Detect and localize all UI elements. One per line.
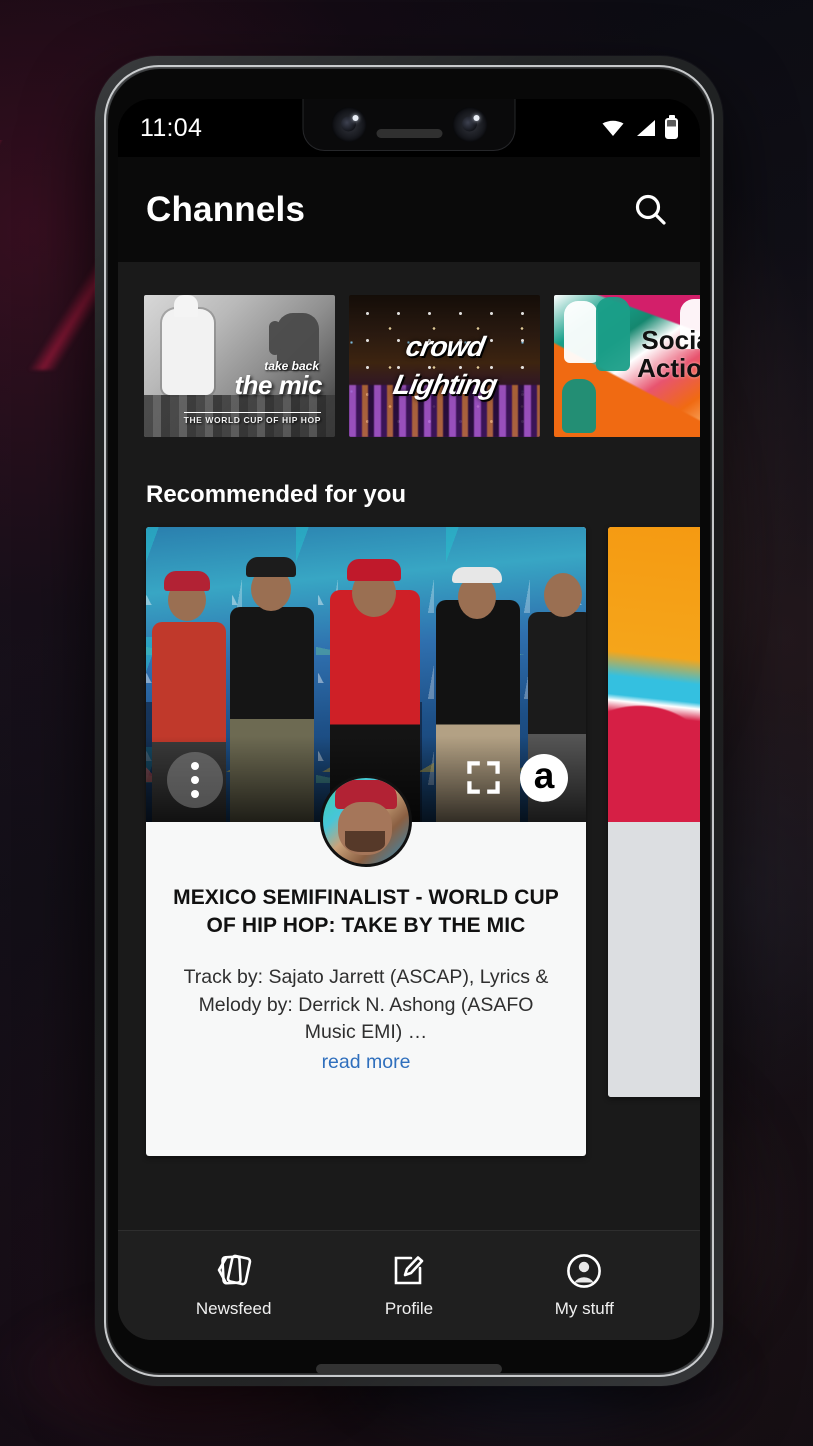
content-scroll-area[interactable]: take back the mic THE WORLD CUP OF HIP H… <box>118 262 700 1230</box>
cards-stack-icon <box>217 1254 251 1285</box>
edit-pencil-icon <box>394 1255 424 1284</box>
handprint-graphic-2 <box>596 297 630 371</box>
section-title-recommended: Recommended for you <box>146 481 407 508</box>
person-4-cap <box>452 567 502 583</box>
person-1-cap <box>164 571 210 591</box>
channels-rail[interactable]: take back the mic THE WORLD CUP OF HIP H… <box>118 262 700 437</box>
cellular-signal-icon <box>637 120 655 136</box>
fullscreen-icon <box>467 761 500 794</box>
read-more-link[interactable]: read more <box>172 1051 560 1074</box>
phone-screen: 11:04 Channels take back the mic THE WOR… <box>118 99 700 1340</box>
nav-item-profile[interactable]: Profile <box>349 1253 469 1319</box>
brand-badge[interactable]: a <box>520 754 568 802</box>
card-description: Track by: Sajato Jarrett (ASCAP), Lyrics… <box>183 965 549 1044</box>
channel-tile-3-line2: Action <box>637 352 700 383</box>
channel-avatar[interactable] <box>320 775 412 867</box>
channel-tile-take-back-the-mic[interactable]: take back the mic THE WORLD CUP OF HIP H… <box>144 295 335 437</box>
more-options-icon-dot3 <box>191 790 199 798</box>
nav-newsfeed-icon-wrap <box>214 1253 254 1289</box>
earpiece-speaker <box>376 129 442 138</box>
front-camera-left-icon <box>331 106 366 142</box>
phone-device-frame: 11:04 Channels take back the mic THE WOR… <box>95 56 723 1386</box>
search-button[interactable] <box>628 187 674 233</box>
front-camera-right-icon <box>452 106 487 142</box>
recommended-card-next[interactable] <box>608 527 700 1097</box>
avatar-beard <box>345 831 385 852</box>
handprint-graphic-1 <box>564 301 598 363</box>
bottom-navigation-bar: Newsfeed Profile My stuff <box>118 1230 700 1340</box>
channel-tile-2-title-line2: Lighting <box>390 369 499 400</box>
more-options-button[interactable] <box>167 752 223 808</box>
card-bottom-spacer <box>172 1074 560 1126</box>
nav-label-newsfeed: Newsfeed <box>195 1298 272 1318</box>
wifi-icon <box>602 120 624 136</box>
nav-item-newsfeed[interactable]: Newsfeed <box>174 1253 294 1319</box>
status-clock: 11:04 <box>140 113 203 142</box>
search-icon <box>635 194 666 225</box>
recommended-card[interactable]: a MEXICO SEMIFINALIST - WORLD CUP OF HIP… <box>146 527 586 1156</box>
app-header: Channels <box>118 157 700 262</box>
channel-tile-crowd-lighting[interactable]: crowd Lighting <box>349 295 540 437</box>
channel-tile-3-title: SocialAction <box>637 325 700 383</box>
person-5-head <box>544 573 582 617</box>
card-next-body <box>608 822 700 1097</box>
battery-icon <box>665 117 678 139</box>
card-title: MEXICO SEMIFINALIST - WORLD CUP OF HIP H… <box>173 886 559 937</box>
device-notch <box>302 99 516 151</box>
channel-tile-social-action[interactable]: SocialAction <box>554 295 700 437</box>
more-options-icon-dot2 <box>191 776 199 784</box>
nav-label-profile: Profile <box>384 1298 434 1318</box>
page-title: Channels <box>146 189 306 229</box>
home-indicator[interactable] <box>316 1364 502 1374</box>
account-circle-icon <box>567 1253 602 1288</box>
card-next-thumbnail <box>608 527 700 822</box>
card-body: MEXICO SEMIFINALIST - WORLD CUP OF HIP H… <box>146 822 586 1156</box>
channel-tile-3-line1: Social <box>641 325 700 355</box>
person-3-cap <box>347 559 401 581</box>
recommended-cards-row[interactable]: a MEXICO SEMIFINALIST - WORLD CUP OF HIP… <box>118 527 700 1156</box>
channel-tile-2-title-line1: crowd <box>402 331 487 362</box>
channel-tile-1-subtitle: THE WORLD CUP OF HIP HOP <box>183 412 321 425</box>
nav-item-my-stuff[interactable]: My stuff <box>524 1253 644 1319</box>
raised-fist-graphic <box>162 295 214 395</box>
more-options-icon <box>191 762 199 770</box>
nav-label-my-stuff: My stuff <box>554 1298 614 1318</box>
brand-badge-letter: a <box>533 754 555 796</box>
nav-profile-icon-wrap <box>391 1253 427 1289</box>
nav-my-stuff-icon-wrap <box>566 1253 602 1289</box>
handprint-graphic-3 <box>562 379 596 433</box>
status-icons <box>601 117 678 139</box>
person-2-cap <box>246 557 296 577</box>
fullscreen-button[interactable] <box>467 761 500 794</box>
channel-tile-1-title: the mic <box>234 370 322 400</box>
app-container: Channels take back the mic THE WORLD CUP… <box>118 157 700 1340</box>
